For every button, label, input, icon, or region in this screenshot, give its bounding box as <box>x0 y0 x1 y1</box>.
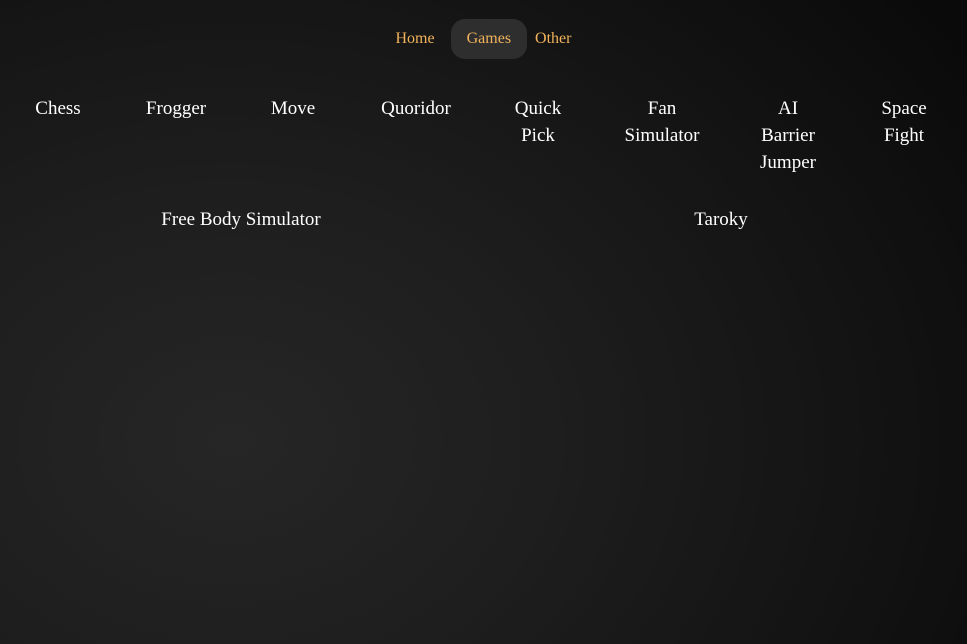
game-link-frogger[interactable]: Frogger <box>146 95 206 122</box>
game-link-ai-barrier-jumper[interactable]: AI Barrier Jumper <box>758 95 818 176</box>
game-link-space-fight[interactable]: Space Fight <box>874 95 934 149</box>
game-link-taroky[interactable]: Taroky <box>694 206 748 233</box>
game-link-chess[interactable]: Chess <box>35 95 80 122</box>
nav-other-link[interactable]: Other <box>519 19 587 59</box>
game-link-free-body-simulator[interactable]: Free Body Simulator <box>161 206 320 233</box>
game-link-quick-pick[interactable]: Quick Pick <box>508 95 568 149</box>
game-link-move[interactable]: Move <box>271 95 315 122</box>
game-link-fan-simulator[interactable]: Fan Simulator <box>622 95 702 149</box>
nav-games-link[interactable]: Games <box>450 19 528 59</box>
nav-home-link[interactable]: Home <box>380 19 451 59</box>
top-navigation: Home Games Other <box>0 19 967 59</box>
game-link-quoridor[interactable]: Quoridor <box>381 95 451 122</box>
